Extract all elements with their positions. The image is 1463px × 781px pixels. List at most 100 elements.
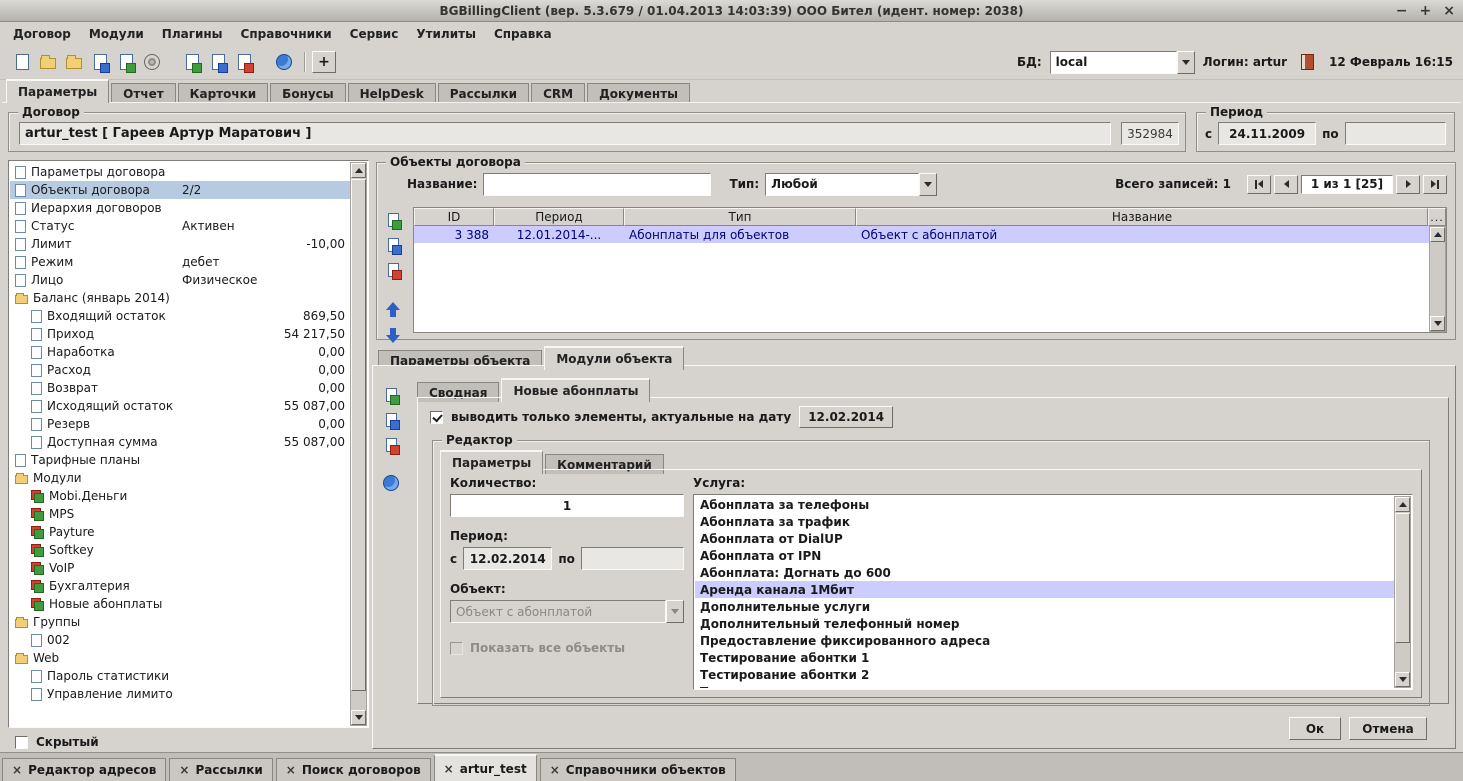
tree-item[interactable]: Mobi.Деньги bbox=[10, 487, 350, 505]
edit-document-icon[interactable] bbox=[206, 50, 230, 74]
service-item[interactable]: Абонплата за трафик bbox=[695, 513, 1394, 530]
new-contract-icon[interactable] bbox=[10, 50, 34, 74]
tree-item[interactable]: Резерв0,00 bbox=[10, 415, 350, 433]
folder-document-icon[interactable] bbox=[62, 50, 86, 74]
table-row-selected[interactable]: 3 388 12.01.2014-... Абонплаты для объек… bbox=[414, 226, 1429, 243]
calendar-icon[interactable] bbox=[1295, 50, 1319, 74]
tree-item[interactable]: ЛицоФизическое bbox=[10, 271, 350, 289]
tab-rassylki[interactable]: Рассылки bbox=[438, 83, 529, 103]
move-down-icon[interactable] bbox=[382, 324, 404, 346]
move-up-icon[interactable] bbox=[382, 299, 404, 321]
scroll-down-icon[interactable] bbox=[1430, 316, 1445, 331]
tree-item[interactable]: Пароль статистики bbox=[10, 667, 350, 685]
menu-servis[interactable]: Сервис bbox=[341, 25, 408, 43]
tab-crm[interactable]: CRM bbox=[531, 83, 585, 103]
service-item[interactable]: Дополнительный телефонный номер bbox=[695, 615, 1394, 632]
first-page-button[interactable] bbox=[1247, 175, 1271, 194]
delete-item-icon[interactable] bbox=[380, 434, 402, 456]
tree-item[interactable]: Режимдебет bbox=[10, 253, 350, 271]
menu-spravochniki[interactable]: Справочники bbox=[232, 25, 341, 43]
delete-document-icon[interactable] bbox=[232, 50, 256, 74]
open-folder-icon[interactable] bbox=[36, 50, 60, 74]
globe-refresh-icon[interactable] bbox=[272, 50, 296, 74]
add-tab-button[interactable]: + bbox=[312, 51, 336, 73]
chevron-down-icon[interactable] bbox=[1177, 51, 1195, 74]
tab-dokumenty[interactable]: Документы bbox=[587, 83, 690, 103]
ok-button[interactable]: Ок bbox=[1289, 717, 1341, 740]
service-item[interactable]: Абонплата от IPN bbox=[695, 547, 1394, 564]
tree-item[interactable]: Payture bbox=[10, 523, 350, 541]
db-select[interactable]: local bbox=[1050, 51, 1195, 74]
tree-item[interactable]: Лимит-10,00 bbox=[10, 235, 350, 253]
tree-item[interactable]: 002 bbox=[10, 631, 350, 649]
tree-item[interactable]: Исходящий остаток55 087,00 bbox=[10, 397, 350, 415]
tab-helpdesk[interactable]: HelpDesk bbox=[348, 83, 436, 103]
tree-item[interactable]: MPS bbox=[10, 505, 350, 523]
hidden-checkbox[interactable] bbox=[15, 736, 28, 749]
close-icon[interactable]: × bbox=[12, 763, 22, 777]
service-item[interactable]: Предоставление фиксированного адреса bbox=[695, 632, 1394, 649]
tree-item[interactable]: Softkey bbox=[10, 541, 350, 559]
tab-bonusy[interactable]: Бонусы bbox=[270, 83, 345, 103]
close-icon[interactable]: × bbox=[550, 763, 560, 777]
scroll-up-icon[interactable] bbox=[1395, 497, 1410, 512]
edit-object-icon[interactable] bbox=[382, 234, 404, 256]
tree-item-folder[interactable]: Web bbox=[10, 649, 350, 667]
service-item[interactable]: Абонплата: Догнать до 600 bbox=[695, 564, 1394, 581]
close-icon[interactable]: × bbox=[286, 763, 296, 777]
tree-item[interactable]: Параметры договора bbox=[10, 163, 350, 181]
scroll-down-icon[interactable] bbox=[1395, 672, 1410, 687]
table-scrollbar[interactable] bbox=[1429, 226, 1446, 332]
scroll-up-icon[interactable] bbox=[351, 163, 366, 178]
bottom-tab-poisk-dogovorov[interactable]: ×Поиск договоров bbox=[276, 758, 431, 781]
tree-item[interactable]: Возврат0,00 bbox=[10, 379, 350, 397]
editor-from-field[interactable]: 12.02.2014 bbox=[463, 547, 552, 570]
close-icon[interactable]: × bbox=[179, 763, 189, 777]
minimize-button[interactable]: − bbox=[1396, 3, 1408, 19]
helm-icon[interactable] bbox=[140, 50, 164, 74]
delete-object-icon[interactable] bbox=[382, 259, 404, 281]
bottom-tab-editor-addresses[interactable]: ×Редактор адресов bbox=[2, 758, 166, 781]
tab-novye-abonplaty[interactable]: Новые абонплаты bbox=[501, 378, 650, 402]
tree-item[interactable]: Наработка0,00 bbox=[10, 343, 350, 361]
period-from-field[interactable]: 24.11.2009 bbox=[1218, 122, 1316, 145]
tab-editor-parametry[interactable]: Параметры bbox=[440, 450, 543, 474]
column-config-button[interactable]: ... bbox=[1428, 208, 1446, 226]
menu-utility[interactable]: Утилиты bbox=[407, 25, 485, 43]
add-document-icon[interactable] bbox=[180, 50, 204, 74]
next-page-button[interactable] bbox=[1396, 175, 1420, 194]
column-header-period[interactable]: Период bbox=[494, 208, 624, 226]
maximize-button[interactable]: + bbox=[1420, 3, 1432, 19]
tree-item[interactable]: VoIP bbox=[10, 559, 350, 577]
close-button[interactable]: × bbox=[1443, 3, 1455, 19]
cancel-button[interactable]: Отмена bbox=[1349, 717, 1427, 740]
bottom-tab-rassylki[interactable]: ×Рассылки bbox=[169, 758, 272, 781]
quantity-input[interactable]: 1 bbox=[450, 494, 684, 517]
close-icon[interactable]: × bbox=[444, 762, 454, 776]
bottom-tab-artur-test[interactable]: ×artur_test bbox=[434, 754, 537, 781]
edit-item-icon[interactable] bbox=[380, 409, 402, 431]
period-to-field[interactable] bbox=[1345, 122, 1446, 145]
service-item[interactable]: Абонплата за телефоны bbox=[695, 496, 1394, 513]
tab-kartochki[interactable]: Карточки bbox=[178, 83, 269, 103]
tab-otchet[interactable]: Отчет bbox=[111, 83, 176, 103]
service-item[interactable]: Тестирование абонтки 2 bbox=[695, 666, 1394, 683]
scroll-thumb[interactable] bbox=[351, 179, 366, 691]
tab-moduli-obekta[interactable]: Модули объекта bbox=[544, 346, 684, 370]
tree-item[interactable]: Иерархия договоров bbox=[10, 199, 350, 217]
tree-item-folder[interactable]: Группы bbox=[10, 613, 350, 631]
prev-page-button[interactable] bbox=[1274, 175, 1298, 194]
objects-name-input[interactable] bbox=[483, 173, 711, 196]
tree-item[interactable]: Расход0,00 bbox=[10, 361, 350, 379]
filter-checkbox[interactable] bbox=[430, 411, 443, 424]
paste-document-icon[interactable] bbox=[114, 50, 138, 74]
filter-date-button[interactable]: 12.02.2014 bbox=[799, 406, 893, 428]
tree-item[interactable]: Приход54 217,50 bbox=[10, 325, 350, 343]
menu-plaginy[interactable]: Плагины bbox=[153, 25, 232, 43]
service-scrollbar[interactable] bbox=[1394, 496, 1411, 688]
scroll-down-icon[interactable] bbox=[351, 710, 366, 725]
chevron-down-icon[interactable] bbox=[919, 173, 937, 196]
tree-item[interactable]: СтатусАктивен bbox=[10, 217, 350, 235]
refresh-icon[interactable] bbox=[380, 472, 402, 494]
menu-spravka[interactable]: Справка bbox=[485, 25, 561, 43]
